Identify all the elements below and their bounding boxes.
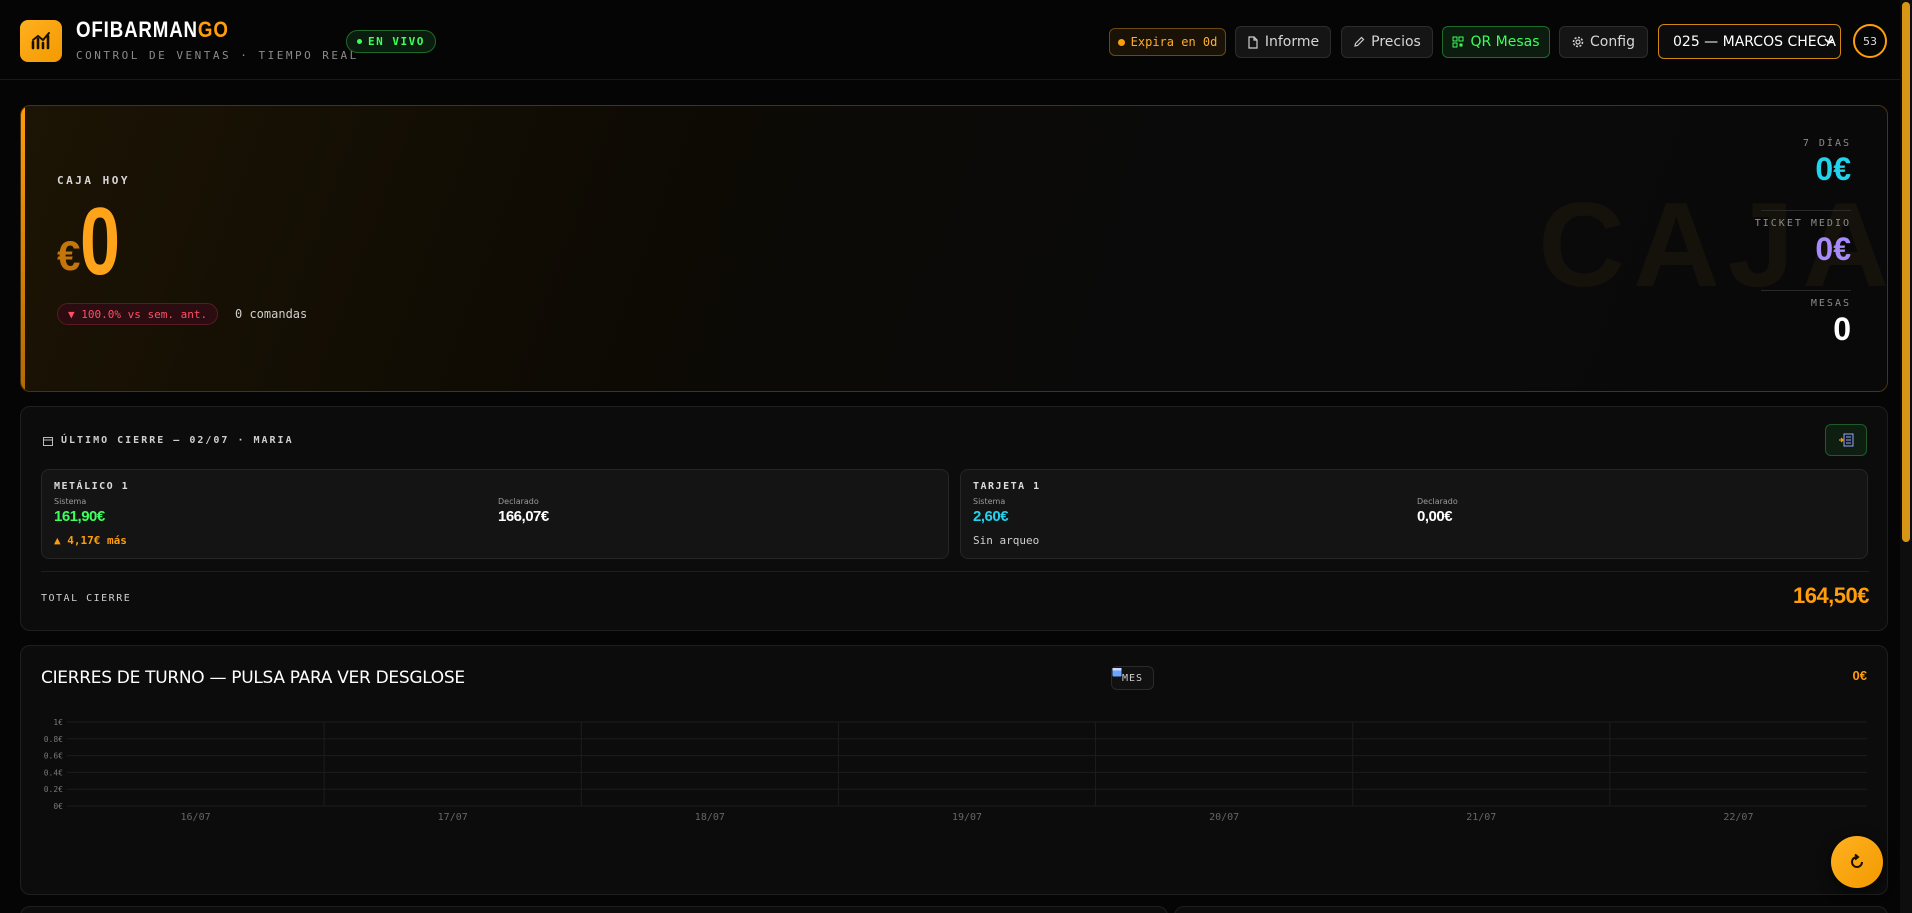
countdown-ring: 53 xyxy=(1853,24,1887,58)
next-card xyxy=(1174,906,1888,913)
caja-value: € 0 xyxy=(57,194,134,290)
sistema-col: Sistema 161,90€ xyxy=(54,497,105,525)
brand-subtitle: CONTROL DE VENTAS · TIEMPO REAL xyxy=(76,49,359,62)
x-tick-label: 18/07 xyxy=(695,812,725,823)
comandas-count: 0 comandas xyxy=(235,307,308,321)
expira-badge[interactable]: Expira en 0d xyxy=(1109,28,1226,56)
metodo-title: METÁLICO 1 xyxy=(54,481,130,492)
accent-bar xyxy=(21,106,25,391)
config-button[interactable]: Config xyxy=(1559,26,1648,58)
refresh-button[interactable] xyxy=(1831,836,1883,888)
x-tick-label: 20/07 xyxy=(1209,812,1239,823)
stat-divider xyxy=(1761,290,1851,291)
app-header: OFIBARMANGO CONTROL DE VENTAS · TIEMPO R… xyxy=(0,0,1900,80)
scrollbar[interactable] xyxy=(1900,0,1912,913)
x-tick-label: 22/07 xyxy=(1723,812,1753,823)
refresh-icon xyxy=(1851,853,1863,868)
cierre-header: ÚLTIMO CIERRE — 02/07 · MARIA xyxy=(43,435,294,446)
stat-7-dias: 7 DÍAS 0€ xyxy=(1802,138,1851,187)
y-tick-label: 0.2€ xyxy=(44,785,63,794)
caja-hoy-card: CAJA CAJA HOY € 0 ▼ 100.0% vs sem. ant. … xyxy=(20,105,1888,392)
document-icon xyxy=(1248,35,1258,49)
sistema-col: Sistema 2,60€ xyxy=(973,497,1009,525)
warning-dot-icon xyxy=(1117,38,1125,46)
delta-badge: ▼ 100.0% vs sem. ant. xyxy=(57,303,219,325)
y-tick-label: 1€ xyxy=(53,718,63,727)
declarado-col: Declarado 166,07€ xyxy=(498,497,549,525)
caja-label: CAJA HOY xyxy=(57,174,130,187)
stat-mesas: MESAS 0 xyxy=(1810,298,1851,347)
local-select[interactable]: 025 — MARCOS CHECA ( xyxy=(1658,24,1841,59)
arqueo-note: Sin arqueo xyxy=(973,534,1040,547)
divider xyxy=(41,571,1869,572)
cierre-detail-button[interactable] xyxy=(1825,424,1867,456)
chart-up-icon xyxy=(31,32,50,50)
qr-mesas-button[interactable]: QR Mesas xyxy=(1442,26,1550,58)
y-tick-label: 0.8€ xyxy=(44,735,63,744)
ultimo-cierre-card: ÚLTIMO CIERRE — 02/07 · MARIA METÁLICO 1… xyxy=(20,406,1888,631)
metodo-metalico: METÁLICO 1 Sistema 161,90€ Declarado 166… xyxy=(41,469,949,559)
total-cierre-value: 164,50€ xyxy=(1792,583,1870,608)
x-tick-label: 21/07 xyxy=(1466,812,1496,823)
scrollbar-thumb[interactable] xyxy=(1902,2,1910,542)
gear-icon xyxy=(1572,36,1584,48)
turnos-chart: 1€ 0.8€ 0.6€ 0.4€ 0.2€ 0€ 16/07 17/07 18/07 19/07… xyxy=(44,718,1867,823)
cierres-turno-card[interactable]: CIERRES DE TURNO — PULSA PARA VER DESGLO… xyxy=(20,645,1888,895)
brand-name: OFIBARMANGO xyxy=(76,17,229,42)
list-export-icon xyxy=(1839,433,1854,447)
x-tick-label: 19/07 xyxy=(952,812,982,823)
diferencia-note: ▲ 4,17€ más xyxy=(54,534,127,547)
currency-symbol: € xyxy=(57,232,81,279)
precios-button[interactable]: Precios xyxy=(1341,26,1433,58)
next-card xyxy=(20,906,1168,913)
live-dot-icon xyxy=(357,39,362,44)
caja-amount: 0 xyxy=(80,188,121,295)
metodo-title: TARJETA 1 xyxy=(973,481,1041,492)
total-cierre-label: TOTAL CIERRE xyxy=(41,593,132,604)
x-tick-label: 17/07 xyxy=(438,812,468,823)
pencil-icon xyxy=(1354,36,1365,47)
metodo-tarjeta: TARJETA 1 Sistema 2,60€ Declarado 0,00€ … xyxy=(960,469,1868,559)
y-tick-label: 0.4€ xyxy=(44,768,63,777)
live-badge: EN VIVO xyxy=(346,30,436,53)
x-tick-label: 16/07 xyxy=(181,812,211,823)
chevron-down-icon xyxy=(1824,38,1834,45)
stat-ticket-medio: TICKET MEDIO 0€ xyxy=(1754,218,1851,267)
declarado-col: Declarado 0,00€ xyxy=(1417,497,1458,525)
y-tick-label: 0€ xyxy=(53,802,63,811)
y-tick-label: 0.6€ xyxy=(44,752,63,761)
logo[interactable] xyxy=(20,20,62,62)
qr-code-icon xyxy=(1452,36,1464,48)
stat-divider xyxy=(1761,210,1851,211)
calendar-icon xyxy=(43,436,53,446)
informe-button[interactable]: Informe xyxy=(1235,26,1331,58)
